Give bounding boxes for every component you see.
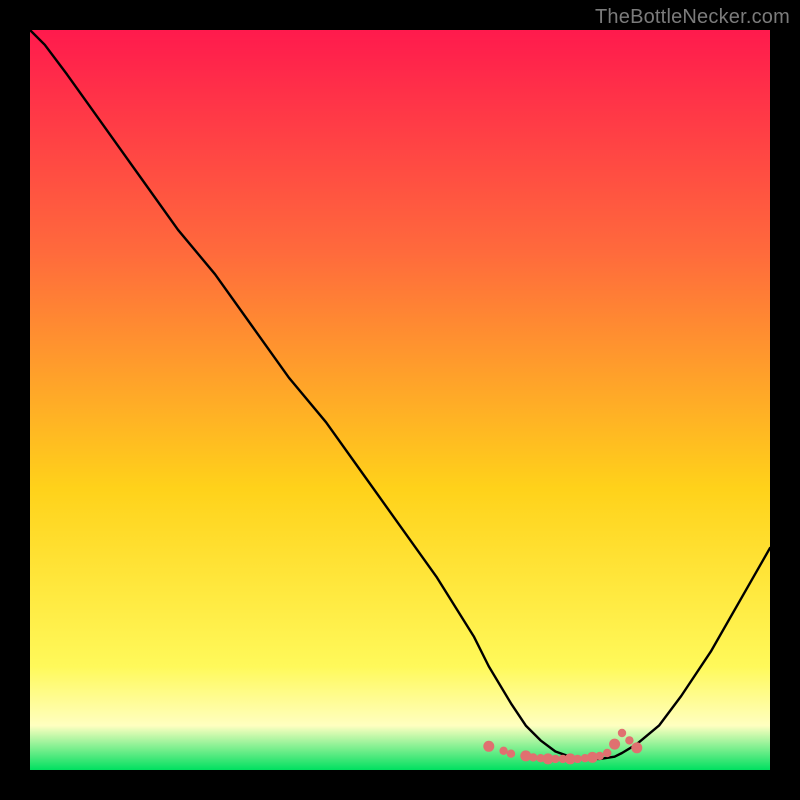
- data-dot: [529, 753, 537, 761]
- data-dot: [603, 749, 611, 757]
- data-dot: [507, 750, 515, 758]
- data-dot: [573, 755, 581, 763]
- attribution-text: TheBottleNecker.com: [595, 6, 790, 29]
- data-dot: [609, 739, 620, 750]
- data-dot: [483, 741, 494, 752]
- data-dot: [596, 752, 604, 760]
- chart-svg: [30, 30, 770, 770]
- heatmap-background: [30, 30, 770, 770]
- chart-plot: [30, 30, 770, 770]
- data-dot: [499, 747, 507, 755]
- data-dot: [618, 729, 626, 737]
- data-dot: [551, 755, 559, 763]
- chart-frame: TheBottleNecker.com: [0, 0, 800, 800]
- data-dot: [631, 742, 642, 753]
- data-dot: [625, 736, 633, 744]
